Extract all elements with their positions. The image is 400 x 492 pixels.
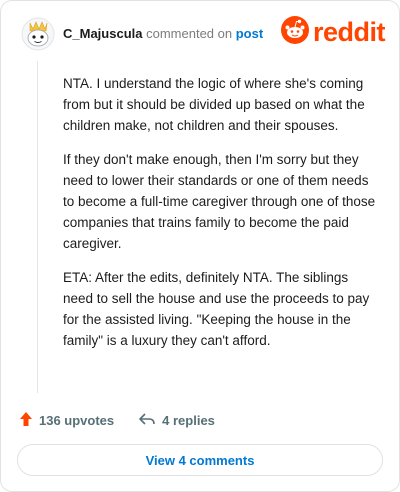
- comment-body: NTA. I understand the logic of where she…: [63, 73, 381, 363]
- comment-paragraph: ETA: After the edits, definitely NTA. Th…: [63, 269, 370, 349]
- reply-arrow-icon: [138, 411, 162, 430]
- reply-button[interactable]: 4 replies: [138, 411, 215, 430]
- post-link[interactable]: post: [236, 26, 263, 41]
- avatar-icon[interactable]: [21, 17, 55, 51]
- reddit-snoo-icon: [280, 15, 309, 49]
- byline: C_Majuscula commented on post: [63, 26, 263, 41]
- comment-actions: 136 upvotes 4 replies: [19, 409, 239, 431]
- view-comments-button[interactable]: View 4 comments: [17, 444, 383, 476]
- comment-card: C_Majuscula commented on post reddit NTA…: [0, 0, 400, 492]
- reddit-wordmark: reddit: [312, 17, 386, 47]
- reddit-logo[interactable]: reddit: [280, 15, 386, 49]
- comment-author[interactable]: C_Majuscula: [63, 26, 142, 41]
- upvote-arrow-icon: [19, 411, 39, 430]
- upvote-count: 136 upvotes: [39, 412, 115, 428]
- comment-paragraph: NTA. I understand the logic of where she…: [63, 76, 365, 134]
- comment-header: C_Majuscula commented on post reddit: [17, 13, 386, 53]
- thread-line: [37, 61, 38, 393]
- comment-action-text: commented on: [146, 26, 233, 41]
- upvote-button[interactable]: 136 upvotes: [19, 411, 114, 430]
- comment-paragraph: If they don't make enough, then I'm sorr…: [63, 151, 376, 252]
- reply-count: 4 replies: [162, 412, 215, 428]
